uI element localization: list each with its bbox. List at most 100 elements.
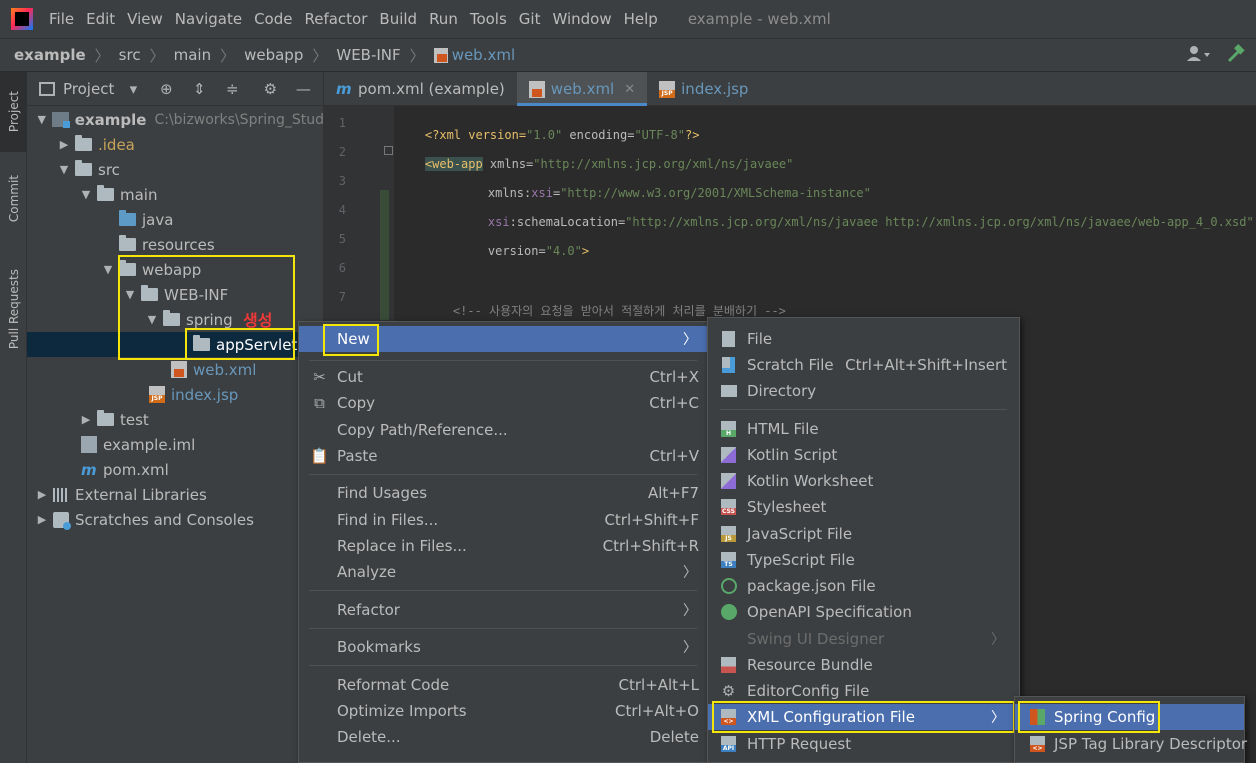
menu-item-label: Stylesheet [747, 498, 827, 516]
menu-view[interactable]: View [121, 10, 169, 28]
close-icon[interactable]: ✕ [624, 82, 635, 97]
tree-item-idea[interactable]: ▶ .idea [27, 132, 323, 157]
chevron-right-icon[interactable]: ▶ [79, 413, 93, 426]
submenu-item-directory[interactable]: Directory [708, 378, 1019, 404]
breadcrumb-src[interactable]: src [119, 46, 141, 64]
tree-item-indexjsp[interactable]: index.jsp [27, 382, 323, 407]
chevron-down-icon[interactable]: ▼ [145, 313, 159, 326]
chevron-down-icon[interactable]: ▼ [123, 288, 137, 301]
tool-tab-commit[interactable]: Commit [0, 164, 27, 234]
menu-item-bookmarks[interactable]: Bookmarks 〉 [299, 634, 707, 660]
menu-item-new[interactable]: New 〉 [299, 326, 707, 352]
menu-item-find-in-files[interactable]: Find in Files... Ctrl+Shift+F [299, 507, 707, 533]
jsp-file-icon [149, 386, 165, 403]
breadcrumb-webxml[interactable]: web.xml [452, 46, 515, 64]
breadcrumb-main[interactable]: main [174, 46, 211, 64]
menu-item-paste[interactable]: 📋 Paste Ctrl+V [299, 443, 707, 469]
menu-item-delete[interactable]: Delete... Delete [299, 724, 707, 750]
tool-tab-pull-requests[interactable]: Pull Requests [0, 252, 27, 367]
tool-tab-project[interactable]: Project [0, 72, 27, 152]
menu-item-label: EditorConfig File [747, 682, 870, 700]
submenu-item-file[interactable]: File [708, 326, 1019, 352]
submenu-item-javascript[interactable]: JS JavaScript File [708, 521, 1019, 547]
menu-file[interactable]: File [43, 10, 80, 28]
menu-build[interactable]: Build [373, 10, 423, 28]
minimize-icon[interactable]: — [294, 80, 312, 98]
menu-item-optimize-imports[interactable]: Optimize Imports Ctrl+Alt+O [299, 698, 707, 724]
submenu-item-xml-configuration-file[interactable]: <> XML Configuration File 〉 [708, 704, 1019, 730]
chevron-down-icon[interactable]: ▼ [79, 188, 93, 201]
tree-item-webapp[interactable]: ▼ webapp [27, 257, 323, 282]
chevron-right-icon[interactable]: ▶ [35, 488, 49, 501]
tree-item-main[interactable]: ▼ main [27, 182, 323, 207]
dropdown-arrow-icon[interactable]: ▾ [124, 80, 142, 98]
chevron-right-icon[interactable]: ▶ [35, 513, 49, 526]
build-hammer-icon[interactable] [1226, 44, 1246, 64]
chevron-right-icon: 〉 [94, 46, 110, 65]
menu-refactor[interactable]: Refactor [298, 10, 373, 28]
menu-item-refactor[interactable]: Refactor 〉 [299, 597, 707, 623]
user-icon[interactable] [1186, 44, 1212, 64]
project-panel-title[interactable]: Project [63, 80, 114, 98]
submenu-item-resource-bundle[interactable]: Resource Bundle [708, 652, 1019, 678]
menu-item-copy-path[interactable]: Copy Path/Reference... [299, 417, 707, 443]
tree-item-webinf[interactable]: ▼ WEB-INF [27, 282, 323, 307]
menu-navigate[interactable]: Navigate [169, 10, 248, 28]
menu-item-reformat-code[interactable]: Reformat Code Ctrl+Alt+L [299, 672, 707, 698]
menu-tools[interactable]: Tools [464, 10, 513, 28]
menu-item-cut[interactable]: ✂ Cut Ctrl+X [299, 364, 707, 390]
gear-icon[interactable]: ⚙ [261, 80, 279, 98]
collapse-all-icon[interactable]: ≑ [223, 80, 241, 98]
chevron-down-icon[interactable]: ▼ [57, 163, 71, 176]
menu-run[interactable]: Run [423, 10, 464, 28]
submenu-item-scratch-file[interactable]: Scratch File Ctrl+Alt+Shift+Insert [708, 352, 1019, 378]
tree-item-pomxml[interactable]: m pom.xml [27, 457, 323, 482]
tree-item-appservlet[interactable]: appServlet [27, 332, 323, 357]
menu-item-label: Analyze [337, 563, 397, 581]
tree-item-spring[interactable]: ▼ spring [27, 307, 323, 332]
menu-window[interactable]: Window [546, 10, 617, 28]
expand-all-icon[interactable]: ⇕ [190, 80, 208, 98]
chevron-down-icon[interactable]: ▼ [101, 263, 115, 276]
menu-code[interactable]: Code [248, 10, 298, 28]
tree-item-scratches[interactable]: ▶ Scratches and Consoles [27, 507, 323, 532]
submenu-item-kotlin-worksheet[interactable]: Kotlin Worksheet [708, 468, 1019, 494]
menu-item-replace-in-files[interactable]: Replace in Files... Ctrl+Shift+R [299, 533, 707, 559]
breadcrumb-example[interactable]: example [14, 46, 86, 64]
tree-item-example-iml[interactable]: example.iml [27, 432, 323, 457]
chevron-right-icon[interactable]: ▶ [57, 138, 71, 151]
submenu-item-jsp-tag-library[interactable]: <> JSP Tag Library Descriptor [1015, 731, 1247, 757]
submenu-item-stylesheet[interactable]: CSS Stylesheet [708, 494, 1019, 520]
tree-item-example[interactable]: ▼ example C:\bizworks\Spring_Stud [27, 107, 323, 132]
tree-item-java[interactable]: java [27, 207, 323, 232]
fold-marker-icon[interactable] [384, 146, 393, 155]
tab-pom-xml[interactable]: m pom.xml (example) [324, 72, 517, 106]
submenu-item-typescript[interactable]: TS TypeScript File [708, 547, 1019, 573]
menu-edit[interactable]: Edit [80, 10, 121, 28]
breadcrumb-webinf[interactable]: WEB-INF [336, 46, 400, 64]
submenu-item-html[interactable]: H HTML File [708, 416, 1019, 442]
menu-git[interactable]: Git [513, 10, 547, 28]
menu-item-copy[interactable]: ⧉ Copy Ctrl+C [299, 390, 707, 416]
tree-item-webxml[interactable]: web.xml [27, 357, 323, 382]
tree-item-src[interactable]: ▼ src [27, 157, 323, 182]
code-line-5[interactable]: version="4.0"> [459, 230, 589, 272]
locate-target-icon[interactable]: ⊕ [157, 80, 175, 98]
submenu-item-openapi[interactable]: OpenAPI Specification [708, 599, 1019, 625]
submenu-item-http-request[interactable]: API HTTP Request [708, 731, 1019, 757]
chevron-right-icon: 〉 [683, 565, 697, 581]
submenu-item-package-json[interactable]: package.json File [708, 573, 1019, 599]
chevron-down-icon[interactable]: ▼ [35, 113, 48, 126]
tree-item-test[interactable]: ▶ test [27, 407, 323, 432]
tab-web-xml[interactable]: web.xml ✕ [516, 72, 648, 106]
tab-index-jsp[interactable]: index.jsp [647, 72, 760, 106]
breadcrumb-webapp[interactable]: webapp [244, 46, 303, 64]
tree-item-resources[interactable]: resources [27, 232, 323, 257]
submenu-item-kotlin-script[interactable]: Kotlin Script [708, 442, 1019, 468]
tree-item-external-libraries[interactable]: ▶ External Libraries [27, 482, 323, 507]
menu-help[interactable]: Help [618, 10, 664, 28]
submenu-item-spring-config[interactable]: Spring Config [1015, 704, 1244, 730]
menu-item-find-usages[interactable]: Find Usages Alt+F7 [299, 480, 707, 506]
submenu-item-editorconfig[interactable]: ⚙ EditorConfig File [708, 678, 1019, 704]
menu-item-analyze[interactable]: Analyze 〉 [299, 559, 707, 585]
